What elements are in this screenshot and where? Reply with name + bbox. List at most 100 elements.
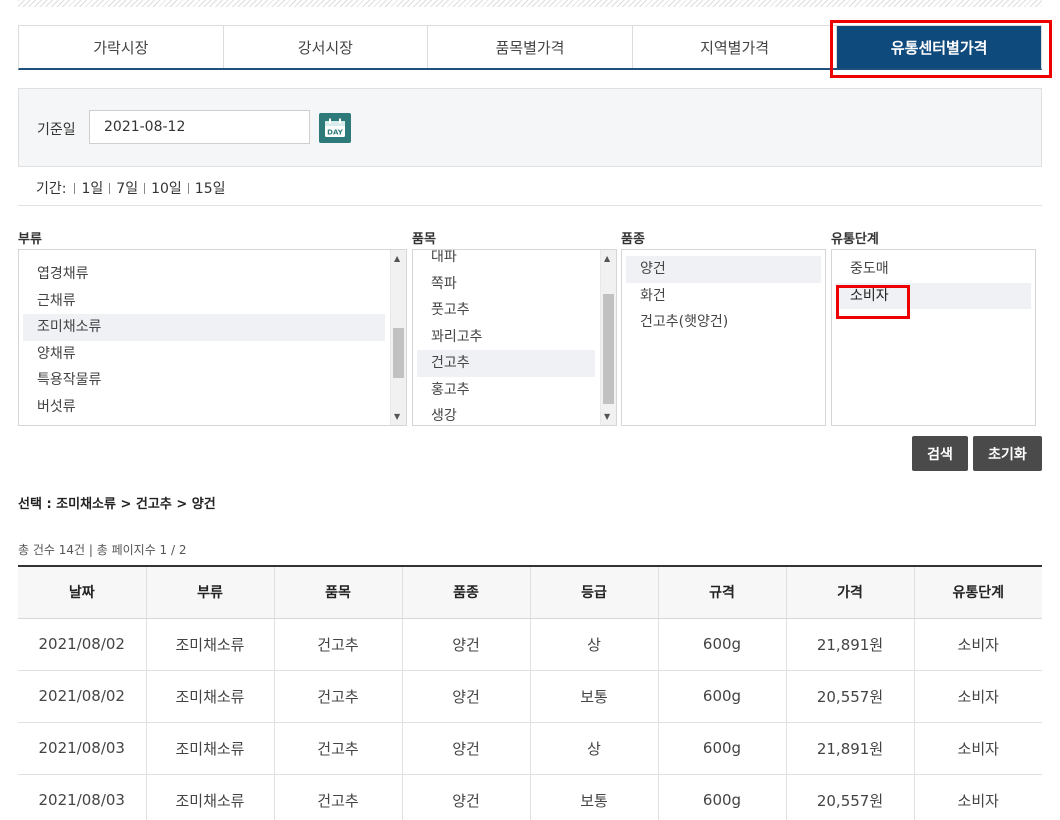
period-option-10d[interactable]: 10일 xyxy=(151,178,182,198)
table-cell: 상 xyxy=(529,618,658,671)
date-input[interactable]: 2021-08-12 xyxy=(89,110,310,144)
list-item-selected[interactable]: 건고추 xyxy=(417,350,595,377)
table-cell: 소비자 xyxy=(913,722,1042,775)
table-cell: 보통 xyxy=(529,774,658,820)
table-cell: 조미채소류 xyxy=(145,722,274,775)
list-item-selected[interactable]: 조미채소류 xyxy=(23,314,385,341)
table-cell: 600g xyxy=(657,618,786,671)
item-listbox[interactable]: 대파 쪽파 풋고추 꽈리고추 건고추 홍고추 생강 ▲ ▼ xyxy=(412,249,617,426)
table-cell: 20,557원 xyxy=(785,774,914,820)
table-cell: 보통 xyxy=(529,670,658,723)
table-cell: 양건 xyxy=(401,722,530,775)
list-item[interactable]: 특용작물류 xyxy=(23,367,385,394)
table-cell: 조미채소류 xyxy=(145,670,274,723)
table-cell: 600g xyxy=(657,774,786,820)
table-cell: 건고추 xyxy=(273,722,402,775)
table-cell: 소비자 xyxy=(913,774,1042,820)
table-row: 2021/08/03 조미채소류 건고추 양건 상 600g 21,891원 소… xyxy=(18,722,1042,775)
scroll-thumb[interactable] xyxy=(393,328,404,378)
table-header: 등급 xyxy=(529,565,658,619)
list-item[interactable]: 생강 xyxy=(417,403,595,425)
list-item[interactable]: 홍고추 xyxy=(417,377,595,404)
tab-gangseo-market[interactable]: 강서시장 xyxy=(224,26,429,68)
table-row: 2021/08/02 조미채소류 건고추 양건 보통 600g 20,557원 … xyxy=(18,670,1042,723)
table-cell: 20,557원 xyxy=(785,670,914,723)
list-item[interactable]: 근채류 xyxy=(23,288,385,315)
item-scrollbar[interactable]: ▲ ▼ xyxy=(600,250,616,425)
selection-path: 선택 : 조미채소류 > 건고추 > 양건 xyxy=(18,497,216,512)
stage-listbox[interactable]: 중도매 소비자 xyxy=(831,249,1036,426)
table-cell: 소비자 xyxy=(913,670,1042,723)
period-selector: 기간: 1일 7일 10일 15일 xyxy=(36,178,225,198)
table-cell: 상 xyxy=(529,722,658,775)
list-item[interactable]: 양채류 xyxy=(23,341,385,368)
table-cell: 2021/08/02 xyxy=(18,670,146,723)
list-item[interactable]: 건고추(햇양건) xyxy=(626,309,821,336)
calendar-icon: DAY xyxy=(325,118,345,137)
table-cell: 양건 xyxy=(401,670,530,723)
table-cell: 조미채소류 xyxy=(145,774,274,820)
table-cell: 건고추 xyxy=(273,774,402,820)
list-item[interactable]: 엽경채류 xyxy=(23,261,385,288)
scroll-down-icon[interactable]: ▼ xyxy=(604,412,610,421)
table-cell: 건고추 xyxy=(273,618,402,671)
variety-title: 품종 xyxy=(621,232,645,247)
table-cell: 600g xyxy=(657,722,786,775)
period-option-15d[interactable]: 15일 xyxy=(195,178,226,198)
table-header: 가격 xyxy=(785,565,914,619)
table-header: 날짜 xyxy=(18,565,146,619)
list-item-selected[interactable]: 양건 xyxy=(626,256,821,283)
date-filter-box: 기준일 2021-08-12 DAY xyxy=(18,88,1042,167)
list-item[interactable]: 화건 xyxy=(626,283,821,310)
scroll-up-icon[interactable]: ▲ xyxy=(604,254,610,263)
table-header: 유통단계 xyxy=(913,565,1042,619)
calendar-icon-text: DAY xyxy=(327,129,344,137)
calendar-button[interactable]: DAY xyxy=(319,113,351,143)
list-item[interactable]: 풋고추 xyxy=(417,297,595,324)
result-count: 총 건수 14건 | 총 페이지수 1 / 2 xyxy=(18,543,187,557)
divider xyxy=(18,205,1042,206)
list-item[interactable]: 중도매 xyxy=(836,256,1031,283)
table-header: 규격 xyxy=(657,565,786,619)
top-hatch-divider xyxy=(18,0,1042,7)
list-item[interactable]: 버섯류 xyxy=(23,394,385,421)
list-item-selected[interactable]: 소비자 xyxy=(836,282,1031,309)
tab-garak-market[interactable]: 가락시장 xyxy=(19,26,224,68)
category-listbox[interactable]: 엽경채류 근채류 조미채소류 양채류 특용작물류 버섯류 ▲ ▼ xyxy=(18,249,407,426)
reset-button[interactable]: 초기화 xyxy=(973,436,1042,471)
scroll-down-icon[interactable]: ▼ xyxy=(394,412,400,421)
tab-price-by-item[interactable]: 품목별가격 xyxy=(428,26,633,68)
list-item[interactable]: 쪽파 xyxy=(417,271,595,298)
list-item[interactable]: 대파 xyxy=(417,250,595,271)
table-header: 부류 xyxy=(145,565,274,619)
category-scrollbar[interactable]: ▲ ▼ xyxy=(390,250,406,425)
table-cell: 21,891원 xyxy=(785,618,914,671)
table-cell: 양건 xyxy=(401,774,530,820)
tab-price-by-distribution-center[interactable]: 유통센터별가격 xyxy=(837,26,1041,68)
item-title: 품목 xyxy=(412,232,436,247)
list-item[interactable]: 꽈리고추 xyxy=(417,324,595,351)
table-header: 품종 xyxy=(401,565,530,619)
table-cell: 2021/08/03 xyxy=(18,774,146,820)
variety-listbox[interactable]: 양건 화건 건고추(햇양건) xyxy=(621,249,826,426)
table-row: 2021/08/02 조미채소류 건고추 양건 상 600g 21,891원 소… xyxy=(18,618,1042,671)
period-label: 기간: xyxy=(36,181,67,197)
period-option-7d[interactable]: 7일 xyxy=(116,178,138,198)
category-title: 부류 xyxy=(18,232,42,247)
stage-title: 유통단계 xyxy=(831,232,879,247)
tab-price-by-region[interactable]: 지역별가격 xyxy=(633,26,838,68)
table-row: 2021/08/03 조미채소류 건고추 양건 보통 600g 20,557원 … xyxy=(18,774,1042,820)
table-cell: 소비자 xyxy=(913,618,1042,671)
table-cell: 600g xyxy=(657,670,786,723)
table-header-row: 날짜 부류 품목 품종 등급 규격 가격 유통단계 xyxy=(18,565,1042,619)
table-cell: 건고추 xyxy=(273,670,402,723)
search-button[interactable]: 검색 xyxy=(912,436,968,471)
period-option-1d[interactable]: 1일 xyxy=(81,178,103,198)
date-label: 기준일 xyxy=(37,122,76,138)
scroll-up-icon[interactable]: ▲ xyxy=(394,254,400,263)
table-cell: 2021/08/03 xyxy=(18,722,146,775)
list-item-partial xyxy=(23,254,385,261)
scroll-thumb[interactable] xyxy=(603,294,614,404)
market-tabs: 가락시장 강서시장 품목별가격 지역별가격 유통센터별가격 xyxy=(18,25,1042,70)
table-cell: 21,891원 xyxy=(785,722,914,775)
